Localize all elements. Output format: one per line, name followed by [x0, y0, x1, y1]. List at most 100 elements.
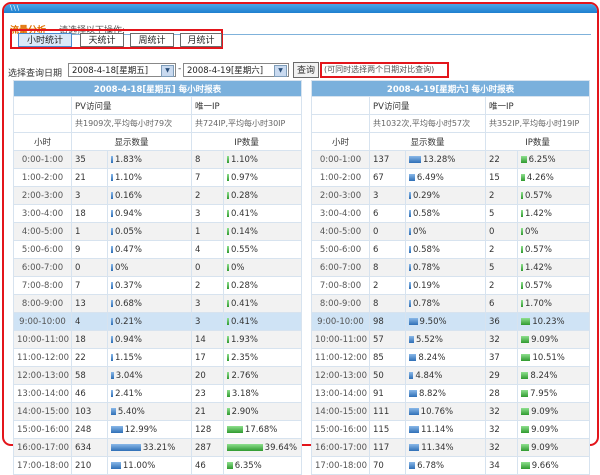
pv-percent: 0% [115, 262, 129, 273]
pv-bar [409, 155, 421, 163]
ip-count: 4 [191, 240, 224, 259]
ip-count: 32 [485, 402, 518, 421]
ip-summary: 共724IP,平均每小时30IP [190, 114, 303, 133]
date1-select[interactable]: 2008-4-18[星期五] ▼ [68, 63, 176, 77]
ip-count: 29 [485, 366, 518, 385]
tab-hourly[interactable]: 小时统计 [18, 33, 72, 47]
pv-percent-cell: 0.78% [405, 294, 486, 313]
ip-count: 7 [191, 168, 224, 187]
hour-cell: 17:00-18:00 [13, 456, 72, 475]
table-row: 10:00-11:00 57 5.52% 32 9.09% [311, 330, 591, 349]
chevron-down-icon[interactable]: ▼ [161, 65, 174, 77]
pv-percent: 0.05% [115, 226, 143, 237]
ip-percent: 17.68% [244, 424, 278, 435]
ip-percent: 6.25% [528, 154, 556, 165]
pv-percent-cell: 0% [405, 222, 486, 241]
date2-select[interactable]: 2008-4-19[星期六] ▼ [183, 63, 289, 77]
table-row: 7:00-8:00 2 0.19% 2 0.57% [311, 276, 591, 295]
hour-cell: 12:00-13:00 [311, 366, 370, 385]
ip-count: 23 [191, 384, 224, 403]
pv-count: 210 [71, 456, 108, 475]
hour-cell: 9:00-10:00 [13, 312, 72, 331]
tab-daily[interactable]: 天统计 [80, 33, 124, 47]
pv-bar [409, 425, 420, 433]
ip-count: 128 [191, 420, 224, 439]
ip-count: 5 [485, 204, 518, 223]
table-row: 9:00-10:00 4 0.21% 3 0.41% [13, 312, 303, 331]
table-row: 2:00-3:00 3 0.29% 2 0.57% [311, 186, 591, 205]
pv-percent: 0.19% [413, 280, 441, 291]
ip-percent: 0.41% [231, 208, 259, 219]
pv-summary: 共1909次,平均每小时79次 [71, 114, 192, 133]
pv-bar [409, 281, 411, 289]
pv-bar [111, 353, 113, 361]
pv-count: 46 [71, 384, 108, 403]
ip-summary: 共352IP,平均每小时19IP [484, 114, 591, 133]
chevron-down-icon[interactable]: ▼ [274, 65, 287, 77]
ip-count: 0 [485, 222, 518, 241]
pv-count: 57 [369, 330, 406, 349]
ip-percent-cell: 2.35% [222, 348, 303, 367]
hour-cell: 17:00-18:00 [311, 456, 370, 475]
ip-bar [521, 263, 523, 271]
pv-percent-cell: 0.58% [405, 204, 486, 223]
ip-bar [227, 335, 229, 343]
ip-percent-cell: 3.18% [222, 384, 303, 403]
pv-count: 9 [71, 240, 108, 259]
ip-percent: 0.97% [231, 172, 259, 183]
pv-count: 50 [369, 366, 406, 385]
pv-count: 0 [369, 222, 406, 241]
pv-percent-cell: 0.21% [107, 312, 192, 331]
ip-percent-cell: 0.55% [222, 240, 303, 259]
pv-percent: 11.14% [421, 424, 454, 435]
pv-bar [409, 389, 417, 397]
ip-percent-cell: 0.41% [222, 312, 303, 331]
table-row: 5:00-6:00 6 0.58% 2 0.57% [311, 240, 591, 259]
pv-bar [111, 389, 114, 397]
pv-percent-cell: 11.00% [107, 456, 192, 475]
hour-cell: 13:00-14:00 [311, 384, 370, 403]
pv-percent: 4.84% [415, 370, 443, 381]
ip-percent: 0.55% [231, 244, 259, 255]
date-separator: - [178, 64, 182, 74]
pv-percent-cell: 2.41% [107, 384, 192, 403]
pv-percent: 1.10% [115, 172, 143, 183]
table-row: 15:00-16:00 248 12.99% 128 17.68% [13, 420, 303, 439]
table-row: 11:00-12:00 85 8.24% 37 10.51% [311, 348, 591, 367]
hour-cell: 15:00-16:00 [13, 420, 72, 439]
ip-percent: 9.66% [531, 460, 559, 471]
table-row: 8:00-9:00 13 0.68% 3 0.41% [13, 294, 303, 313]
pv-bar [409, 191, 411, 199]
ip-count: 2 [485, 186, 518, 205]
pv-bar [409, 353, 417, 361]
table-row: 1:00-2:00 21 1.10% 7 0.97% [13, 168, 303, 187]
ip-bar [521, 299, 523, 307]
ip-percent: 8.24% [530, 370, 558, 381]
pv-title: PV访问量 [369, 96, 486, 115]
pv-percent-cell: 10.76% [405, 402, 486, 421]
ip-percent: 0.41% [231, 316, 259, 327]
hour-cell: 6:00-7:00 [311, 258, 370, 277]
pv-bar [111, 263, 113, 271]
hour-cell: 0:00-1:00 [13, 150, 72, 169]
ip-percent-cell: 9.09% [516, 438, 591, 457]
hour-cell: 8:00-9:00 [311, 294, 370, 313]
ip-bar [521, 245, 523, 253]
pv-percent-cell: 12.99% [107, 420, 192, 439]
tab-weekly[interactable]: 周统计 [130, 33, 174, 47]
pv-bar [111, 407, 116, 415]
ip-percent-cell: 6.35% [222, 456, 303, 475]
ip-percent-cell: 0% [222, 258, 303, 277]
query-button[interactable]: 查询 [293, 62, 319, 78]
tab-monthly[interactable]: 月统计 [180, 33, 222, 47]
pv-percent-cell: 11.14% [405, 420, 486, 439]
pv-percent: 0.68% [115, 298, 143, 309]
ip-bar [227, 173, 229, 181]
hour-cell: 7:00-8:00 [311, 276, 370, 295]
ip-count: 37 [485, 348, 518, 367]
table-row: 10:00-11:00 18 0.94% 14 1.93% [13, 330, 303, 349]
col-pv: 显示数量 [369, 132, 486, 151]
pv-count: 634 [71, 438, 108, 457]
hour-cell: 8:00-9:00 [13, 294, 72, 313]
table-row: 0:00-1:00 35 1.83% 8 1.10% [13, 150, 303, 169]
